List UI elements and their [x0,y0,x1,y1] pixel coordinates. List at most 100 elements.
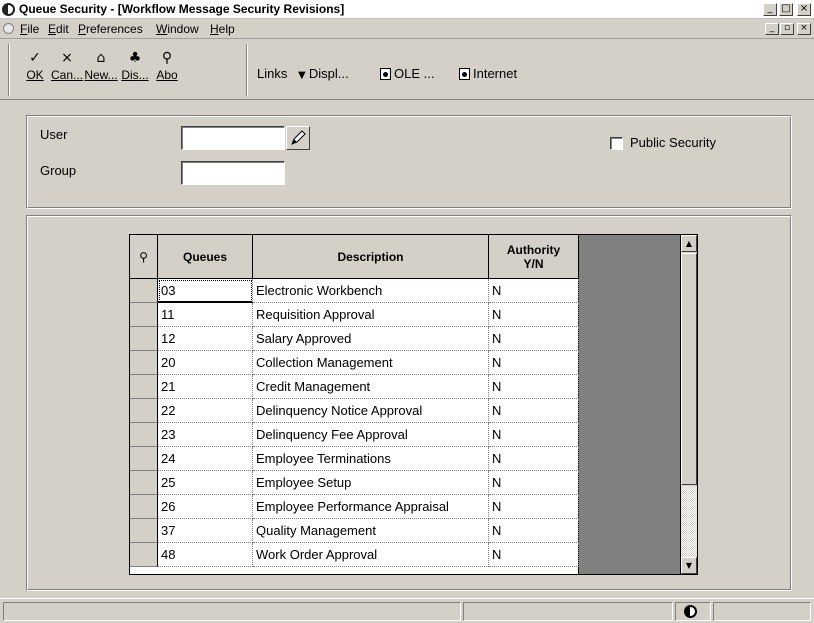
authority-cell[interactable]: N [489,351,579,375]
description-cell[interactable]: Requisition Approval [253,303,489,327]
grid-query-button[interactable]: ⚲ [130,235,158,279]
row-selector[interactable] [130,327,158,351]
new-button[interactable]: ⌂ New... [84,48,118,94]
header-panel [26,115,792,209]
description-cell[interactable]: Employee Performance Appraisal [253,495,489,519]
queue-cell[interactable]: 26 [158,495,253,519]
public-security-label: Public Security [630,135,716,150]
internet-button[interactable]: Internet [459,66,517,81]
authority-cell[interactable]: N [489,399,579,423]
vertical-scrollbar[interactable]: ▲ ▼ [680,234,698,575]
document-icon [459,68,470,80]
maximize-icon[interactable]: □ [779,3,793,16]
group-field[interactable] [181,161,285,185]
row-selector[interactable] [130,279,158,303]
triangle-down-icon: ▼ [298,70,309,81]
scroll-up-icon[interactable]: ▲ [681,235,697,252]
menu-window[interactable]: Window [156,22,199,36]
description-cell[interactable]: Delinquency Fee Approval [253,423,489,447]
authority-cell[interactable]: N [489,423,579,447]
group-label: Group [40,163,77,178]
description-cell[interactable]: Employee Setup [253,471,489,495]
document-icon [380,68,391,80]
scroll-thumb[interactable] [681,253,697,485]
mdi-restore-icon[interactable]: ▫ [780,23,794,35]
queue-cell[interactable]: 03 [158,279,253,303]
mdi-close-icon[interactable]: × [797,23,811,35]
app-globe-icon[interactable] [2,3,15,16]
user-field[interactable] [181,126,285,150]
displ-dropdown-button[interactable]: ▼ Displ... [298,66,349,81]
window-title: Queue Security - [Workflow Message Secur… [19,2,345,16]
links-button[interactable]: Links [257,66,287,81]
column-header-queues[interactable]: Queues [158,235,253,279]
query-binoculars-icon: ⚲ [139,249,148,264]
row-selector[interactable] [130,543,158,567]
queue-cell[interactable]: 23 [158,423,253,447]
queue-cell[interactable]: 25 [158,471,253,495]
row-selector[interactable] [130,495,158,519]
menu-bar: File Edit Preferences Window Help _ ▫ × [0,19,814,39]
authority-cell[interactable]: N [489,495,579,519]
menu-file[interactable]: File [20,22,39,36]
queue-cell[interactable]: 22 [158,399,253,423]
description-cell[interactable]: Delinquency Notice Approval [253,399,489,423]
menu-edit[interactable]: Edit [48,22,69,36]
ole-button[interactable]: OLE ... [380,66,434,81]
description-cell[interactable]: Collection Management [253,351,489,375]
authority-cell[interactable]: N [489,519,579,543]
row-selector[interactable] [130,303,158,327]
authority-cell[interactable]: N [489,279,579,303]
row-selector[interactable] [130,375,158,399]
description-cell[interactable]: Salary Approved [253,327,489,351]
queue-cell[interactable]: 20 [158,351,253,375]
queue-cell[interactable]: 11 [158,303,253,327]
toolbar-separator [246,44,248,96]
authority-cell[interactable]: N [489,303,579,327]
public-security-checkbox[interactable] [610,137,623,150]
scroll-down-icon[interactable]: ▼ [681,557,697,574]
description-cell[interactable]: Quality Management [253,519,489,543]
queue-cell[interactable]: 24 [158,447,253,471]
column-header-description[interactable]: Description [253,235,489,279]
x-icon: × [61,50,73,66]
column-header-authority[interactable]: Authority Y/N [489,235,579,279]
description-cell[interactable]: Electronic Workbench [253,279,489,303]
status-bar [0,598,814,623]
about-button[interactable]: ⚲ Abo [150,48,184,94]
row-selector[interactable] [130,399,158,423]
authority-cell[interactable]: N [489,327,579,351]
scroll-track[interactable] [681,486,697,558]
row-selector[interactable] [130,471,158,495]
visual-assist-button[interactable] [286,126,310,150]
authority-cell[interactable]: N [489,375,579,399]
toolbar: ✓ OK × Can... ⌂ New... ♣ Dis... ⚲ Abo Li… [0,40,814,100]
minimize-icon[interactable]: _ [763,3,777,16]
queue-cell[interactable]: 12 [158,327,253,351]
mdi-minimize-icon[interactable]: _ [765,23,779,35]
row-selector[interactable] [130,447,158,471]
queue-cell[interactable]: 48 [158,543,253,567]
status-pane-extra [713,602,811,621]
cancel-button[interactable]: × Can... [50,48,84,94]
pencil-icon [291,130,306,145]
row-selector[interactable] [130,423,158,447]
menu-file-rest: ile [27,22,40,36]
new-record-icon: ⌂ [96,50,106,66]
queue-cell[interactable]: 37 [158,519,253,543]
authority-cell[interactable]: N [489,543,579,567]
menu-help[interactable]: Help [210,22,235,36]
document-control-icon[interactable] [3,23,14,34]
description-cell[interactable]: Work Order Approval [253,543,489,567]
menu-preferences[interactable]: Preferences [78,22,143,36]
row-selector[interactable] [130,351,158,375]
close-icon[interactable]: × [797,3,811,16]
row-selector[interactable] [130,519,158,543]
authority-cell[interactable]: N [489,447,579,471]
queue-cell[interactable]: 21 [158,375,253,399]
title-bar: Queue Security - [Workflow Message Secur… [0,0,814,19]
grid-empty-area [579,234,680,575]
description-cell[interactable]: Employee Terminations [253,447,489,471]
authority-cell[interactable]: N [489,471,579,495]
description-cell[interactable]: Credit Management [253,375,489,399]
